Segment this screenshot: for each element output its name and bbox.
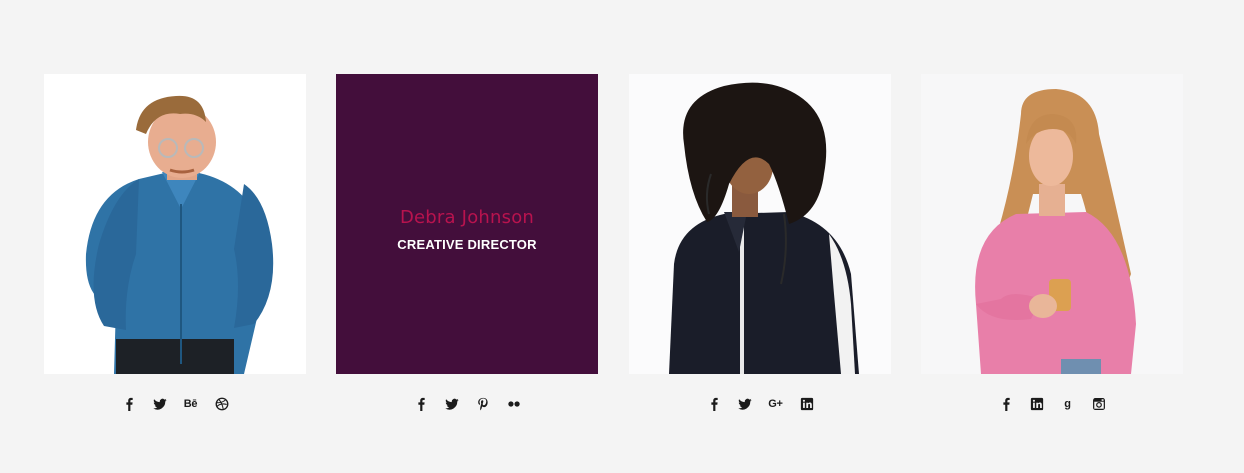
- pinterest-link[interactable]: [474, 396, 491, 413]
- team-member-overlay[interactable]: Debra Johnson CREATIVE DIRECTOR: [336, 74, 598, 374]
- flickr-icon: [507, 397, 521, 411]
- google-link[interactable]: g: [1059, 396, 1076, 413]
- twitter-icon: [152, 397, 167, 411]
- facebook-icon: [122, 397, 136, 411]
- behance-link[interactable]: Bē: [182, 396, 199, 413]
- instagram-link[interactable]: [1090, 396, 1107, 413]
- man-blue-shirt-photo: [44, 74, 306, 374]
- facebook-icon: [999, 397, 1013, 411]
- google-icon: g: [1064, 398, 1071, 410]
- flickr-link[interactable]: [505, 396, 522, 413]
- linkedin-link[interactable]: [798, 396, 815, 413]
- google-plus-link[interactable]: G+: [767, 396, 784, 413]
- google-plus-icon: G+: [768, 398, 783, 410]
- facebook-link[interactable]: [997, 396, 1014, 413]
- team-member-photo[interactable]: [44, 74, 306, 374]
- team-card: G+: [629, 74, 891, 434]
- facebook-link[interactable]: [412, 396, 429, 413]
- twitter-link[interactable]: [151, 396, 168, 413]
- social-links: g: [921, 374, 1183, 434]
- man-curly-hair-photo: [629, 74, 891, 374]
- team-member-photo[interactable]: [921, 74, 1183, 374]
- instagram-icon: [1092, 397, 1106, 411]
- dribbble-link[interactable]: [213, 396, 230, 413]
- team-card: Bē: [44, 74, 306, 434]
- social-links: Bē: [44, 374, 306, 434]
- dribbble-icon: [215, 397, 229, 411]
- team-card: g: [921, 74, 1183, 434]
- member-role: CREATIVE DIRECTOR: [397, 236, 537, 252]
- social-links: G+: [629, 374, 891, 434]
- linkedin-icon: [800, 397, 814, 411]
- facebook-icon: [707, 397, 721, 411]
- facebook-link[interactable]: [120, 396, 137, 413]
- twitter-icon: [444, 397, 459, 411]
- woman-pink-sweater-photo: [921, 74, 1183, 374]
- linkedin-link[interactable]: [1028, 396, 1045, 413]
- twitter-icon: [737, 397, 752, 411]
- linkedin-icon: [1030, 397, 1044, 411]
- pinterest-icon: [476, 397, 490, 411]
- twitter-link[interactable]: [443, 396, 460, 413]
- twitter-link[interactable]: [736, 396, 753, 413]
- team-grid: Bē Debra Johnson CREATIVE DIRECTOR G+ g: [44, 74, 1184, 434]
- behance-icon: Bē: [183, 398, 198, 410]
- team-card: Debra Johnson CREATIVE DIRECTOR: [336, 74, 598, 434]
- social-links: [336, 374, 598, 434]
- member-name[interactable]: Debra Johnson: [400, 207, 534, 228]
- facebook-link[interactable]: [705, 396, 722, 413]
- facebook-icon: [414, 397, 428, 411]
- team-member-photo[interactable]: [629, 74, 891, 374]
